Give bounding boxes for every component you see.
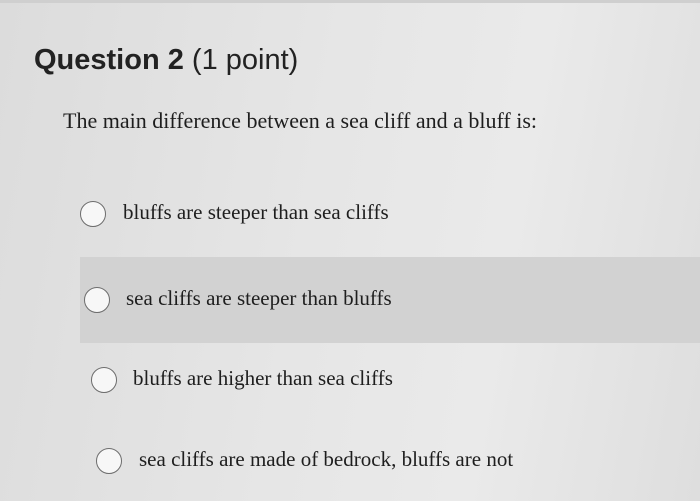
question-number: Question 2 <box>34 44 184 76</box>
top-divider <box>0 0 700 3</box>
question-points: (1 point) <box>183 44 299 76</box>
answer-option-3-label: bluffs are higher than sea cliffs <box>133 366 393 390</box>
question-prompt: The main difference between a sea cliff … <box>63 108 538 133</box>
radio-button-1[interactable] <box>80 201 106 227</box>
answer-option-4-label: sea cliffs are made of bedrock, bluffs a… <box>139 447 514 471</box>
answer-option-1-label: bluffs are steeper than sea cliffs <box>123 200 389 224</box>
radio-button-4[interactable] <box>96 448 122 474</box>
question-title: Question 2 (1 point) <box>34 44 298 77</box>
radio-button-2[interactable] <box>84 287 110 313</box>
radio-button-3[interactable] <box>91 367 117 393</box>
answer-option-2-label: sea cliffs are steeper than bluffs <box>126 286 392 310</box>
